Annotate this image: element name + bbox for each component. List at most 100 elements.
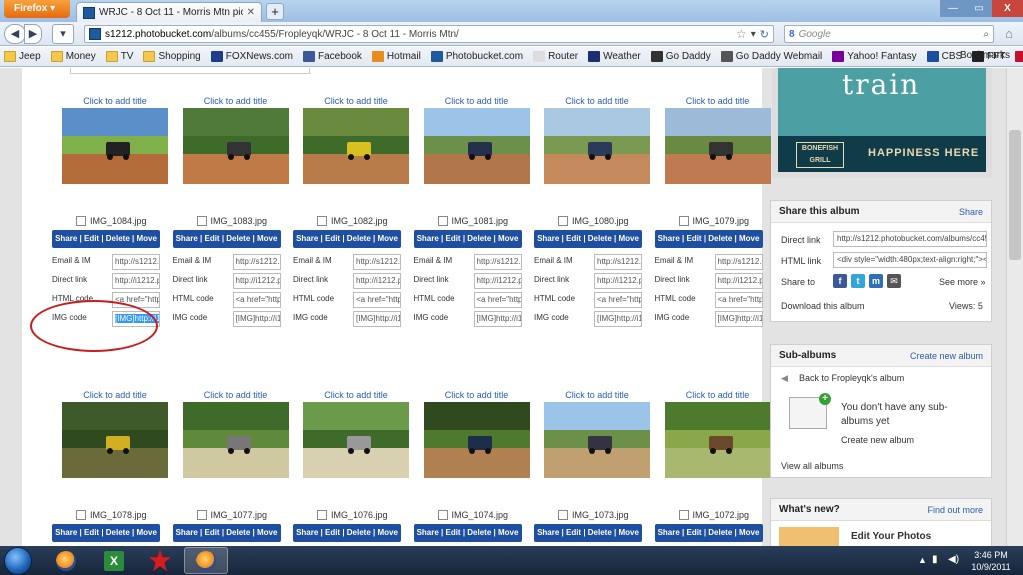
bookmark-item[interactable]: Yahoo! Fantasy xyxy=(832,51,917,62)
bookmark-item[interactable]: Go Daddy Webmail xyxy=(720,51,822,62)
code-input-direct[interactable]: http://i1212.p xyxy=(353,273,401,289)
taskbar-excel[interactable]: X xyxy=(92,547,136,574)
code-input-img[interactable]: [IMG]http://i1 xyxy=(714,311,763,327)
back-to-album-link[interactable]: Back to Fropleyqk's album xyxy=(799,373,904,383)
taskbar-firefox-active[interactable] xyxy=(184,547,228,574)
add-title-link[interactable]: Click to add title xyxy=(659,390,777,400)
select-checkbox[interactable] xyxy=(196,510,207,520)
twitter-share-icon[interactable]: t xyxy=(851,274,865,288)
select-checkbox[interactable] xyxy=(558,216,568,226)
share-link[interactable]: Share xyxy=(959,207,983,217)
code-input-img[interactable]: [IMG]http://i1 xyxy=(112,311,160,327)
add-title-link[interactable]: Click to add title xyxy=(418,96,536,106)
bookmark-item[interactable]: FOXNews.com xyxy=(210,51,293,62)
photo-actions-bar[interactable]: Share | Edit | Delete | Move xyxy=(654,524,763,542)
back-button[interactable]: ◀ xyxy=(4,24,26,44)
select-checkbox[interactable] xyxy=(196,216,207,226)
code-input-img[interactable]: [IMG]http://i1 xyxy=(473,311,522,327)
code-input-email[interactable]: http://s1212. xyxy=(112,254,160,270)
see-more-link[interactable]: See more » xyxy=(939,277,986,287)
create-album-link[interactable]: Create new album xyxy=(910,351,983,361)
network-icon[interactable]: ▮ xyxy=(932,554,944,566)
code-input-html[interactable]: <a href="http xyxy=(353,292,401,308)
photo-actions-bar[interactable]: Share | Edit | Delete | Move xyxy=(534,524,642,542)
photo-thumbnail[interactable] xyxy=(182,108,289,184)
bookmark-item[interactable]: Router xyxy=(533,51,578,62)
myspace-share-icon[interactable]: m xyxy=(869,274,883,288)
bonefish-grill-ad[interactable]: train BONEFISH GRILL HAPPINESS HERE xyxy=(772,68,992,178)
select-checkbox[interactable] xyxy=(76,216,86,226)
select-checkbox[interactable] xyxy=(76,510,86,520)
photo-actions-bar[interactable]: Share | Edit | Delete | Move xyxy=(534,230,642,248)
photo-thumbnail[interactable] xyxy=(664,108,771,184)
browser-tab[interactable]: WRJC - 8 Oct 11 - Morris Mtn pictures b.… xyxy=(76,2,262,22)
taskbar-paint[interactable] xyxy=(138,547,182,574)
add-title-link[interactable]: Click to add title xyxy=(538,390,656,400)
bookmark-item[interactable]: Facebook xyxy=(302,51,362,62)
add-title-link[interactable]: Click to add title xyxy=(538,96,656,106)
show-hidden-icons[interactable]: ▲ xyxy=(918,555,927,565)
code-input-direct[interactable]: http://i1212.p xyxy=(112,273,160,289)
taskbar-firefox-pinned[interactable] xyxy=(44,547,88,574)
photo-actions-bar[interactable]: Share | Edit | Delete | Move xyxy=(52,230,160,248)
reload-icon[interactable]: ↻ xyxy=(760,28,769,41)
url-dropdown-icon[interactable]: ▾ xyxy=(751,29,756,40)
maximize-button[interactable]: ▭ xyxy=(966,0,992,17)
history-dropdown-button[interactable]: ▾ xyxy=(52,24,74,44)
html-link-input[interactable]: <div style="width:480px;text-align:right… xyxy=(833,252,987,268)
photo-thumbnail[interactable] xyxy=(182,402,289,478)
add-title-link[interactable]: Click to add title xyxy=(56,96,174,106)
bookmark-star-icon[interactable]: ☆ xyxy=(736,27,747,41)
new-tab-button[interactable]: + xyxy=(266,3,284,20)
select-checkbox[interactable] xyxy=(437,216,448,226)
photo-actions-bar[interactable]: Share | Edit | Delete | Move xyxy=(413,524,522,542)
select-checkbox[interactable] xyxy=(317,216,327,226)
photo-actions-bar[interactable]: Share | Edit | Delete | Move xyxy=(293,524,401,542)
select-checkbox[interactable] xyxy=(678,216,689,226)
bookmarks-menu[interactable]: Bookmarks xyxy=(960,50,1019,61)
add-title-link[interactable]: Click to add title xyxy=(177,96,295,106)
photo-actions-bar[interactable]: Share | Edit | Delete | Move xyxy=(293,230,401,248)
add-title-link[interactable]: Click to add title xyxy=(56,390,174,400)
edit-photos-link[interactable]: Edit Your Photos xyxy=(851,531,931,542)
bookmark-item[interactable]: TV xyxy=(105,51,133,62)
code-input-html[interactable]: <a href="http xyxy=(473,292,522,308)
code-input-email[interactable]: http://s1212. xyxy=(473,254,522,270)
site-identity-icon[interactable] xyxy=(89,28,101,40)
code-input-email[interactable]: http://s1212. xyxy=(353,254,401,270)
view-all-albums-link[interactable]: View all albums xyxy=(781,461,843,471)
code-input-html[interactable]: <a href="http xyxy=(232,292,281,308)
firefox-menu-button[interactable]: Firefox ▾ xyxy=(4,0,70,18)
minimize-button[interactable]: — xyxy=(940,0,966,17)
search-icon[interactable]: ⌕ xyxy=(983,29,989,40)
find-out-more-link[interactable]: Find out more xyxy=(927,505,983,515)
volume-icon[interactable]: ◀) xyxy=(948,554,960,566)
facebook-share-icon[interactable]: f xyxy=(833,274,847,288)
code-input-email[interactable]: http://s1212. xyxy=(714,254,763,270)
code-input-html[interactable]: <a href="http xyxy=(714,292,763,308)
add-title-link[interactable]: Click to add title xyxy=(659,96,777,106)
scrollbar-thumb[interactable] xyxy=(1009,130,1021,260)
photo-actions-bar[interactable]: Share | Edit | Delete | Move xyxy=(172,524,281,542)
code-input-img[interactable]: [IMG]http://i1 xyxy=(353,311,401,327)
photo-thumbnail[interactable] xyxy=(62,108,168,184)
forward-button[interactable]: ▶ xyxy=(24,24,42,44)
code-input-img[interactable]: [IMG]http://i1 xyxy=(232,311,281,327)
photo-thumbnail[interactable] xyxy=(423,108,530,184)
code-input-html[interactable]: <a href="http xyxy=(594,292,642,308)
clock[interactable]: 3:46 PM 10/9/2011 xyxy=(966,549,1016,573)
code-input-direct[interactable]: http://i1212.p xyxy=(232,273,281,289)
download-album-link[interactable]: Download this album xyxy=(781,301,865,311)
add-album-plus-icon[interactable]: + xyxy=(819,393,831,405)
email-share-icon[interactable]: ✉ xyxy=(887,274,901,288)
select-checkbox[interactable] xyxy=(317,510,327,520)
code-input-html[interactable]: <a href="http xyxy=(112,292,160,308)
google-engine-icon[interactable]: 8 xyxy=(789,29,795,40)
code-input-img[interactable]: [IMG]http://i1 xyxy=(594,311,642,327)
photo-thumbnail[interactable] xyxy=(62,402,168,478)
bookmark-item[interactable]: Jeep xyxy=(4,51,41,62)
bookmark-item[interactable]: Shopping xyxy=(143,51,201,62)
bookmark-item[interactable]: Photobucket.com xyxy=(430,51,523,62)
photo-thumbnail[interactable] xyxy=(544,108,650,184)
add-title-link[interactable]: Click to add title xyxy=(297,390,415,400)
